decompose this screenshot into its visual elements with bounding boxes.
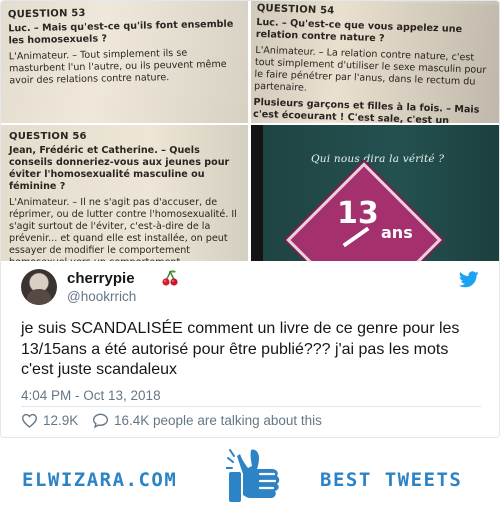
twitter-bird-icon[interactable] xyxy=(459,271,479,288)
author-handle[interactable]: @hookrrich xyxy=(67,289,136,304)
photo-question-text: Luc. – Qu'est-ce que vous appelez une re… xyxy=(255,16,463,45)
speech-bubble-icon[interactable] xyxy=(92,413,109,428)
thumbs-up-icon xyxy=(226,449,280,502)
tweet-photo-book-cover[interactable]: Qui nous dira la vérité ? 13 ans xyxy=(251,125,499,261)
avatar[interactable] xyxy=(21,269,57,305)
photo-question-title: QUESTION 56 xyxy=(9,131,87,142)
photo-question-text: Luc. – Mais qu'est-ce qu'ils font ensemb… xyxy=(8,18,234,47)
footer-tagline[interactable]: BEST TWEETS xyxy=(320,469,462,491)
tweet-header: cherrypie @hookrrich xyxy=(21,269,481,319)
photo-answer-text: L'Animateur. – Tout simplement ils se ma… xyxy=(8,47,227,87)
book-cover-unit: ans xyxy=(381,223,413,242)
photo-question-text: Jean, Frédéric et Catherine. – Quels con… xyxy=(9,145,230,192)
embedded-tweet-card[interactable]: QUESTION 53 Luc. – Mais qu'est-ce qu'ils… xyxy=(0,0,500,438)
tweet-photo-question-53[interactable]: QUESTION 53 Luc. – Mais qu'est-ce qu'ils… xyxy=(1,1,248,123)
footer-banner: ELWIZARA.COM BEST TWEETS xyxy=(0,442,500,516)
tweet-media-grid: QUESTION 53 Luc. – Mais qu'est-ce qu'ils… xyxy=(1,1,499,261)
heart-icon[interactable] xyxy=(21,413,38,428)
cherry-icon xyxy=(162,270,178,286)
photo-answer-text: L'Animateur. – La relation contre nature… xyxy=(253,44,487,94)
tweet-photo-question-54[interactable]: QUESTION 54 Luc. – Qu'est-ce que vous ap… xyxy=(251,1,499,123)
tweet-photo-question-56[interactable]: QUESTION 56 Jean, Frédéric et Catherine.… xyxy=(1,125,248,261)
like-count[interactable]: 12.9K xyxy=(43,413,78,428)
book-cover-subtitle: Qui nous dira la vérité ? xyxy=(311,153,445,165)
tweet-divider xyxy=(21,406,481,407)
author-display-name[interactable]: cherrypie xyxy=(67,270,135,287)
photo-question-title: QUESTION 53 xyxy=(7,7,86,21)
book-cover-age: 13 xyxy=(337,196,379,231)
tweet-timestamp[interactable]: 4:04 PM - Oct 13, 2018 xyxy=(21,388,161,403)
photo-answer-text: L'Animateur. – Il ne s'agit pas d'accuse… xyxy=(9,197,237,261)
people-talking-link[interactable]: 16.4K people are talking about this xyxy=(114,413,322,428)
photo-extra-text: Plusieurs garçons et filles à la fois. –… xyxy=(252,96,480,123)
tweet-text: je suis SCANDALISÉE comment un livre de … xyxy=(21,320,460,378)
footer-site-name[interactable]: ELWIZARA.COM xyxy=(22,469,177,491)
